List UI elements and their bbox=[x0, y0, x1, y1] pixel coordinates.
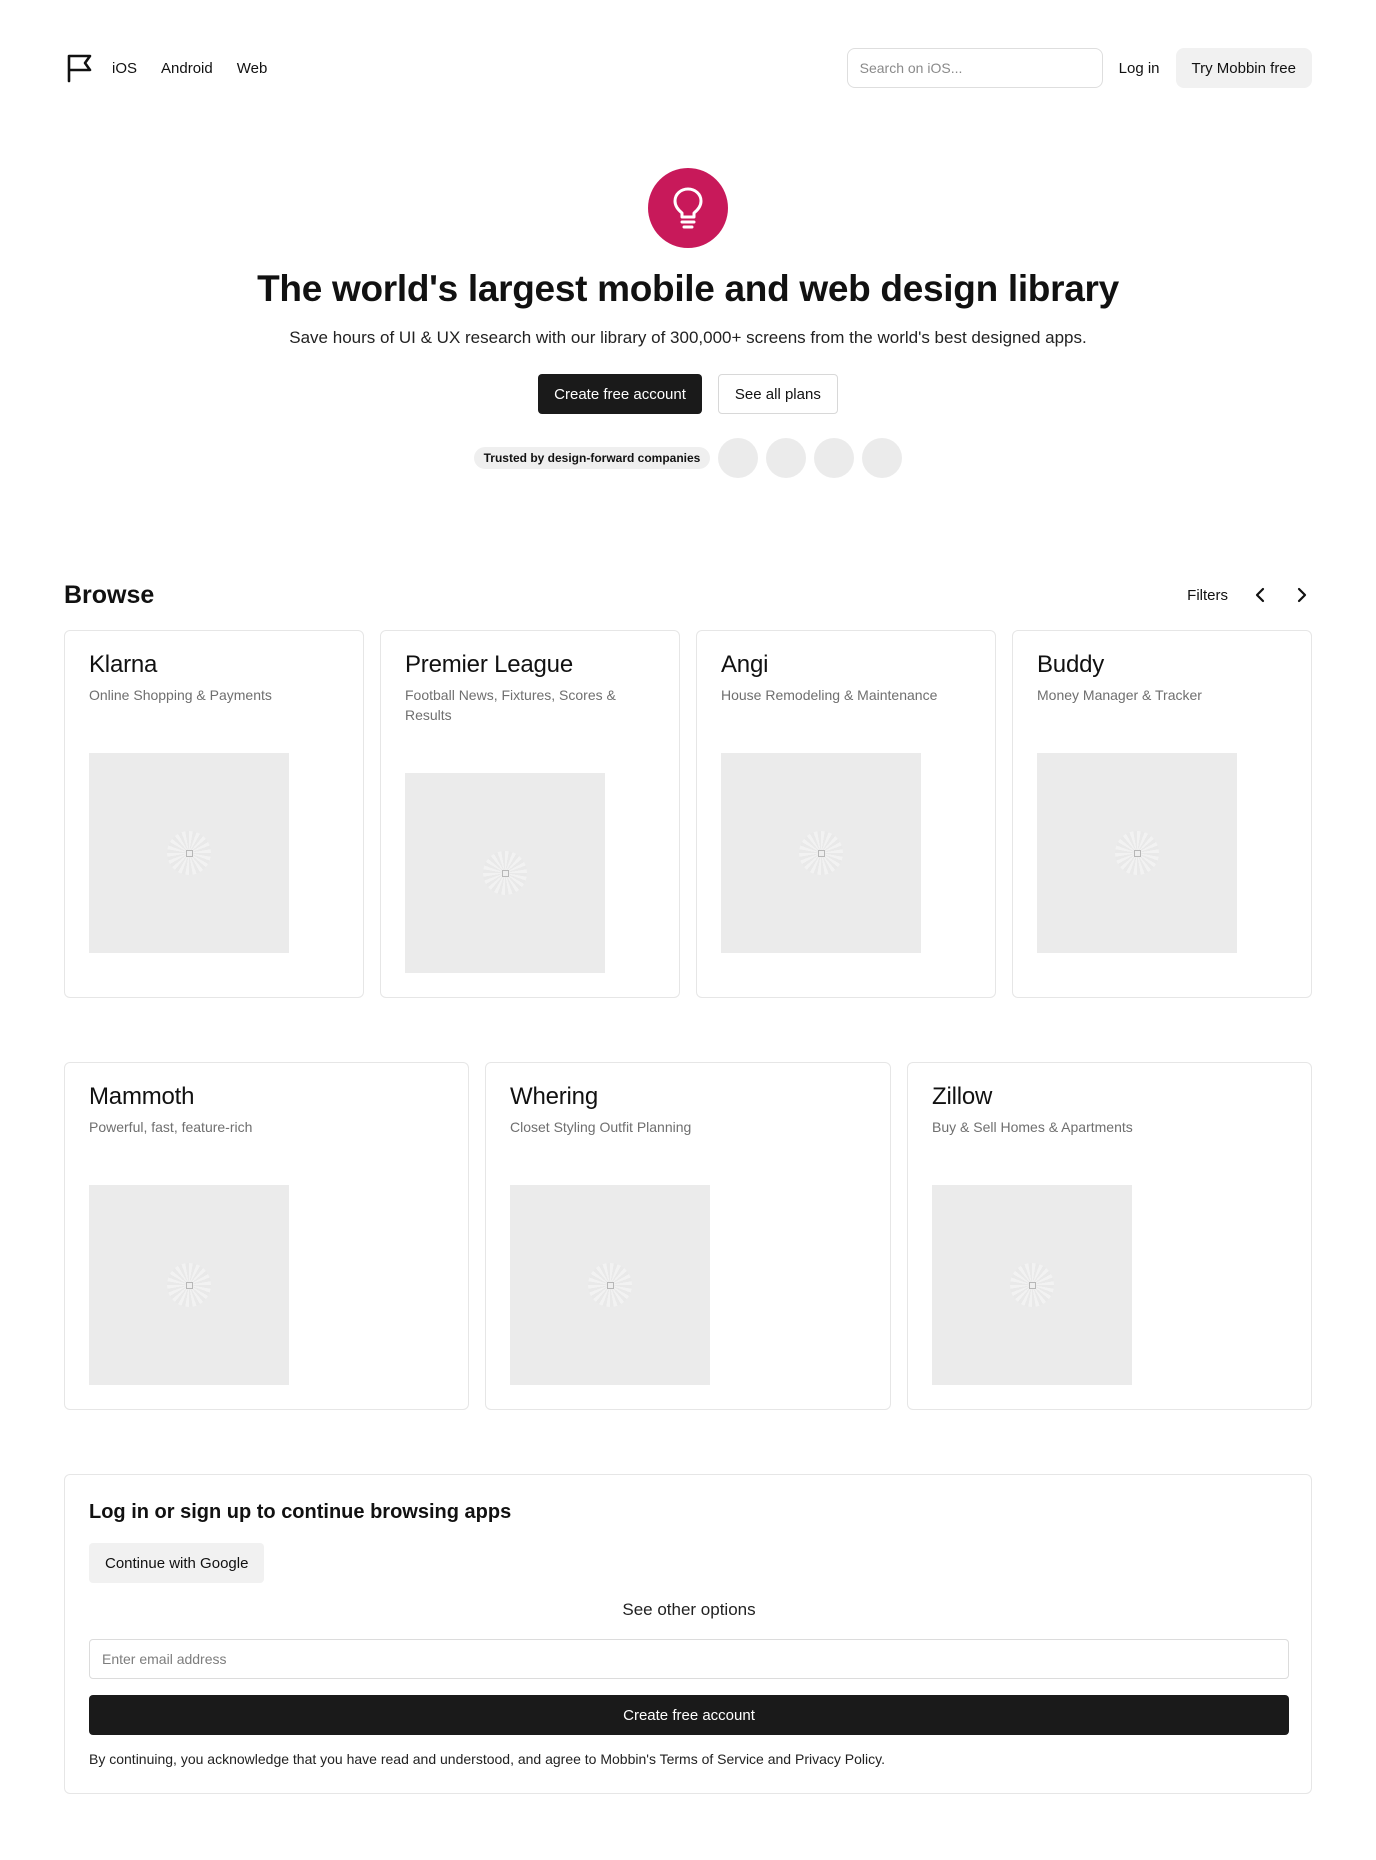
nav-ios[interactable]: iOS bbox=[112, 60, 137, 77]
app-thumbnail bbox=[89, 1185, 289, 1385]
app-name: Angi bbox=[721, 651, 769, 678]
app-thumbnail bbox=[405, 773, 605, 973]
browse-title: Browse bbox=[64, 580, 155, 609]
browse-header: Browse Filters bbox=[64, 580, 1312, 610]
flag-icon[interactable] bbox=[64, 52, 96, 84]
app-card-buddy[interactable]: Buddy Money Manager & Tracker bbox=[1012, 630, 1312, 998]
loading-icon bbox=[167, 1263, 211, 1307]
hero-title: The world's largest mobile and web desig… bbox=[257, 268, 1119, 309]
app-card-premier-league[interactable]: Premier League Football News, Fixtures, … bbox=[380, 630, 680, 998]
browse-controls: Filters bbox=[1187, 585, 1312, 605]
trusted-by-row: Trusted by design-forward companies bbox=[0, 438, 1376, 478]
platform-nav: iOS Android Web bbox=[112, 60, 267, 77]
loading-icon bbox=[799, 831, 843, 875]
loading-icon bbox=[167, 831, 211, 875]
legal-notice: By continuing, you acknowledge that you … bbox=[89, 1751, 885, 1767]
trusted-label: Trusted by design-forward companies bbox=[473, 447, 711, 469]
company-logo bbox=[718, 438, 759, 478]
app-name: Mammoth bbox=[89, 1083, 195, 1110]
app-description: Powerful, fast, feature-rich bbox=[89, 1119, 253, 1135]
app-thumbnail bbox=[721, 753, 921, 953]
app-thumbnail bbox=[510, 1185, 710, 1385]
chevron-right-icon[interactable] bbox=[1292, 585, 1312, 605]
email-field[interactable] bbox=[89, 1639, 1289, 1679]
signup-title: Log in or sign up to continue browsing a… bbox=[89, 1501, 512, 1523]
loading-icon bbox=[1010, 1263, 1054, 1307]
app-description: House Remodeling & Maintenance bbox=[721, 687, 938, 703]
app-name: Whering bbox=[510, 1083, 598, 1110]
try-free-button[interactable]: Try Mobbin free bbox=[1175, 48, 1312, 88]
app-thumbnail bbox=[89, 753, 289, 953]
create-account-submit-button[interactable]: Create free account bbox=[89, 1695, 1289, 1735]
hero-subtitle: Save hours of UI & UX research with our … bbox=[289, 328, 1087, 347]
app-description: Money Manager & Tracker bbox=[1037, 687, 1202, 703]
app-name: Buddy bbox=[1037, 651, 1105, 678]
see-plans-button[interactable]: See all plans bbox=[717, 374, 838, 414]
app-description: Online Shopping & Payments bbox=[89, 687, 272, 703]
signup-panel: Log in or sign up to continue browsing a… bbox=[64, 1474, 1312, 1794]
app-card-whering[interactable]: Whering Closet Styling Outfit Planning bbox=[485, 1062, 891, 1410]
app-thumbnail bbox=[1037, 753, 1237, 953]
nav-android[interactable]: Android bbox=[161, 60, 213, 77]
search-input[interactable] bbox=[846, 48, 1103, 88]
app-card-zillow[interactable]: Zillow Buy & Sell Homes & Apartments bbox=[907, 1062, 1312, 1410]
google-signin-button[interactable]: Continue with Google bbox=[89, 1543, 265, 1583]
app-name: Klarna bbox=[89, 651, 158, 678]
company-logo bbox=[862, 438, 903, 478]
app-description: Closet Styling Outfit Planning bbox=[510, 1119, 692, 1135]
filters-button[interactable]: Filters bbox=[1187, 587, 1228, 604]
lightbulb-icon bbox=[648, 168, 728, 248]
company-logo bbox=[766, 438, 807, 478]
app-name: Premier League bbox=[405, 651, 573, 678]
loading-icon bbox=[483, 851, 527, 895]
app-card-angi[interactable]: Angi House Remodeling & Maintenance bbox=[696, 630, 996, 998]
login-link[interactable]: Log in bbox=[1119, 60, 1160, 77]
company-logo bbox=[814, 438, 855, 478]
header-actions: Log in Try Mobbin free bbox=[846, 48, 1312, 88]
loading-icon bbox=[1115, 831, 1159, 875]
app-description: Buy & Sell Homes & Apartments bbox=[932, 1119, 1133, 1135]
other-options-link[interactable]: See other options bbox=[65, 1600, 1313, 1620]
app-card-klarna[interactable]: Klarna Online Shopping & Payments bbox=[64, 630, 364, 998]
app-card-mammoth[interactable]: Mammoth Powerful, fast, feature-rich bbox=[64, 1062, 469, 1410]
hero-cta-group: Create free account See all plans bbox=[0, 374, 1376, 414]
app-name: Zillow bbox=[932, 1083, 993, 1110]
nav-web[interactable]: Web bbox=[237, 60, 268, 77]
loading-icon bbox=[588, 1263, 632, 1307]
app-thumbnail bbox=[932, 1185, 1132, 1385]
create-account-button[interactable]: Create free account bbox=[538, 374, 702, 414]
top-header: iOS Android Web Log in Try Mobbin free bbox=[64, 48, 1312, 88]
chevron-left-icon[interactable] bbox=[1250, 585, 1270, 605]
app-description: Football News, Fixtures, Scores & Result… bbox=[405, 687, 616, 723]
